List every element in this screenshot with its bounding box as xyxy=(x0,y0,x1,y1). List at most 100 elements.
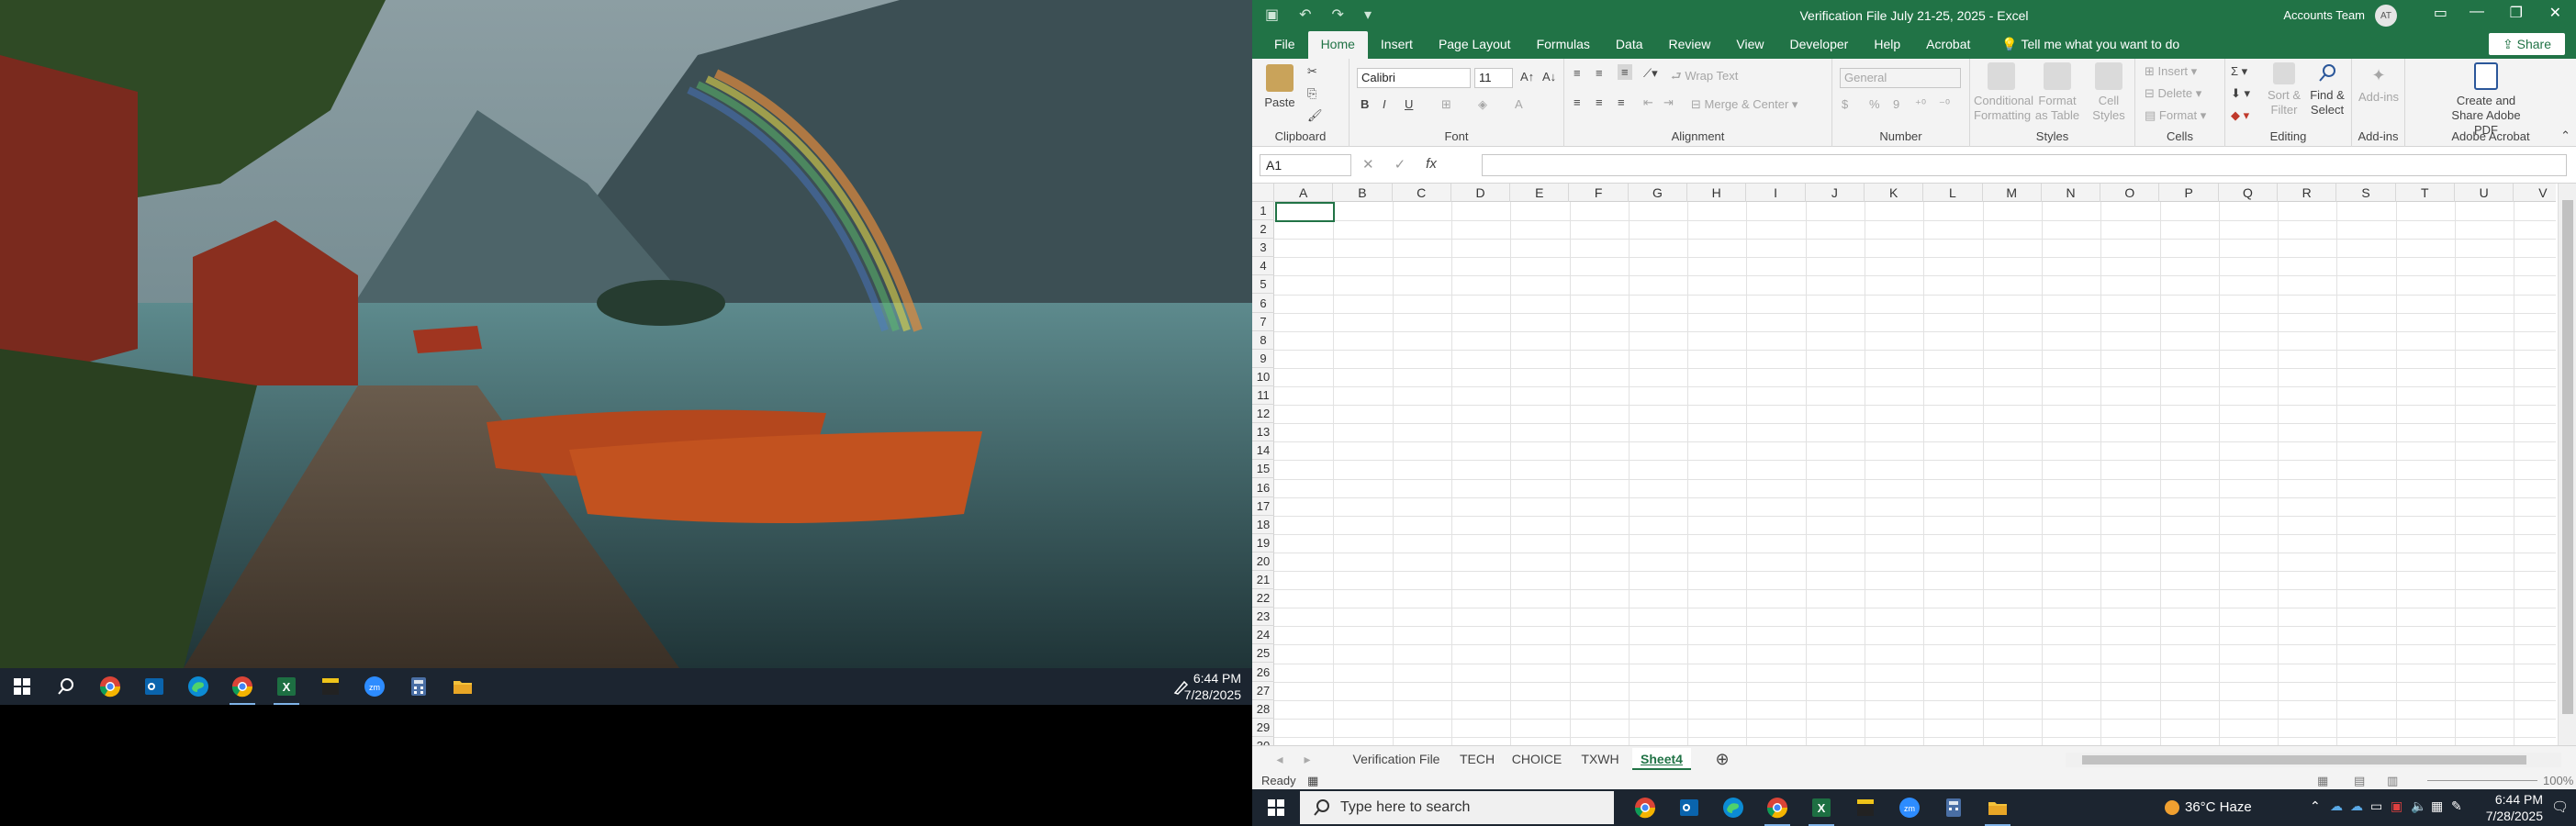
row-header-10[interactable]: 10 xyxy=(1252,368,1274,386)
zoom-level[interactable]: 100% xyxy=(2543,774,2573,787)
format-painter-icon[interactable]: 🖌 xyxy=(1307,108,1323,123)
sticky-notes-icon[interactable] xyxy=(308,668,353,705)
pen-icon[interactable]: ✎ xyxy=(2451,798,2462,814)
chrome-icon[interactable] xyxy=(220,668,264,705)
column-header-o[interactable]: O xyxy=(2100,184,2160,202)
chrome-icon[interactable] xyxy=(1623,789,1667,826)
font-color-icon[interactable]: A xyxy=(1515,97,1523,111)
row-header-17[interactable]: 17 xyxy=(1252,497,1274,516)
tab-page-layout[interactable]: Page Layout xyxy=(1426,31,1524,59)
decrease-indent-icon[interactable]: ⇤ xyxy=(1643,95,1653,110)
column-header-j[interactable]: J xyxy=(1806,184,1865,202)
calculator-icon[interactable] xyxy=(397,668,441,705)
row-header-19[interactable]: 19 xyxy=(1252,534,1274,553)
underline-button[interactable]: U xyxy=(1405,97,1413,111)
vertical-scrollbar[interactable] xyxy=(2558,184,2576,745)
insert-function-icon[interactable]: fx xyxy=(1426,156,1437,173)
row-header-8[interactable]: 8 xyxy=(1252,331,1274,350)
windows-start-icon[interactable] xyxy=(1254,789,1298,826)
row-header-5[interactable]: 5 xyxy=(1252,275,1274,295)
create-share-pdf-button[interactable]: Create and Share Adobe PDF xyxy=(2442,62,2530,138)
avatar[interactable]: AT xyxy=(2375,5,2397,27)
sheet-tab-verification-file[interactable]: Verification File xyxy=(1344,748,1449,770)
column-header-b[interactable]: B xyxy=(1333,184,1393,202)
merge-center-button[interactable]: ⊟ Merge & Center ▾ xyxy=(1691,97,1798,112)
user-name[interactable]: Accounts Team xyxy=(2283,8,2365,22)
conditional-formatting-button[interactable]: Conditional Formatting xyxy=(1974,62,2033,123)
insert-cells-button[interactable]: ⊞ Insert ▾ xyxy=(2145,64,2197,79)
page-break-view-icon[interactable]: ▥ xyxy=(2387,774,2398,788)
column-header-g[interactable]: G xyxy=(1629,184,1688,202)
worksheet-grid[interactable]: ABCDEFGHIJKLMNOPQRSTUV 1 2 3 4 5 6 7 8 9 10 11 12 13… xyxy=(1252,184,2576,745)
left-taskbar-clock[interactable]: 6:44 PM 7/28/2025 xyxy=(1184,670,1241,703)
fill-icon[interactable]: ⬇ ▾ xyxy=(2231,86,2250,101)
add-sheet-icon[interactable]: ⊕ xyxy=(1711,748,1733,770)
sheet-tab-txwh[interactable]: TXWH xyxy=(1574,748,1627,770)
onedrive-icon[interactable]: ☁ xyxy=(2330,798,2343,814)
borders-icon[interactable]: ⊞ xyxy=(1441,97,1451,112)
autosum-icon[interactable]: Σ ▾ xyxy=(2231,64,2247,79)
column-header-l[interactable]: L xyxy=(1923,184,1983,202)
zoom-slider[interactable] xyxy=(2427,780,2537,781)
tab-help[interactable]: Help xyxy=(1861,31,1913,59)
select-all-corner[interactable] xyxy=(1252,184,1274,202)
clear-icon[interactable]: ◆ ▾ xyxy=(2231,108,2249,123)
align-right-icon[interactable]: ≡ xyxy=(1618,95,1625,109)
format-cells-button[interactable]: ▤ Format ▾ xyxy=(2145,108,2206,123)
column-header-i[interactable]: I xyxy=(1746,184,1806,202)
comma-button[interactable]: 9 xyxy=(1893,97,1899,111)
row-header-2[interactable]: 2 xyxy=(1252,220,1274,240)
next-sheet-icon[interactable]: ▸ xyxy=(1298,748,1316,770)
volume-icon[interactable]: 🔈 xyxy=(2411,798,2426,814)
zoom-icon[interactable]: zm xyxy=(353,668,397,705)
find-select-button[interactable]: Find & Select xyxy=(2306,62,2348,117)
fill-color-icon[interactable]: ◈ xyxy=(1478,97,1487,112)
align-bottom-icon[interactable]: ≡ xyxy=(1618,64,1632,80)
font-size-select[interactable]: 11 xyxy=(1474,68,1513,88)
currency-button[interactable]: $ xyxy=(1842,97,1848,111)
chrome-icon[interactable] xyxy=(1755,789,1799,826)
horizontal-scrollbar[interactable] xyxy=(2066,753,2561,767)
weather-text[interactable]: 36°C Haze xyxy=(2185,799,2252,815)
column-header-m[interactable]: M xyxy=(1983,184,2042,202)
zoom-icon[interactable]: zm xyxy=(1887,789,1932,826)
row-header-1[interactable]: 1 xyxy=(1252,202,1274,220)
tab-data[interactable]: Data xyxy=(1603,31,1656,59)
row-header-20[interactable]: 20 xyxy=(1252,553,1274,571)
increase-decimal-icon[interactable]: ⁺⁰ xyxy=(1915,97,1926,112)
tab-view[interactable]: View xyxy=(1723,31,1776,59)
row-header-26[interactable]: 26 xyxy=(1252,664,1274,682)
row-header-7[interactable]: 7 xyxy=(1252,313,1274,331)
row-header-30[interactable]: 30 xyxy=(1252,737,1274,745)
prev-sheet-icon[interactable]: ◂ xyxy=(1271,748,1289,770)
horizontal-scroll-thumb[interactable] xyxy=(2082,755,2526,765)
align-top-icon[interactable]: ≡ xyxy=(1574,66,1581,80)
collapse-ribbon-icon[interactable]: ⌃ xyxy=(2560,128,2570,143)
column-header-k[interactable]: K xyxy=(1865,184,1924,202)
outlook-icon[interactable] xyxy=(1667,789,1711,826)
enter-icon[interactable]: ✓ xyxy=(1394,156,1406,173)
edge-icon[interactable] xyxy=(176,668,220,705)
language-icon[interactable]: ▦ xyxy=(2431,798,2443,814)
minimize-icon[interactable]: — xyxy=(2470,4,2484,20)
copy-icon[interactable]: ⎘ xyxy=(1307,86,1316,101)
column-header-t[interactable]: T xyxy=(2396,184,2455,202)
edge-icon[interactable] xyxy=(1711,789,1755,826)
column-header-h[interactable]: H xyxy=(1687,184,1747,202)
align-left-icon[interactable]: ≡ xyxy=(1574,95,1581,109)
row-header-22[interactable]: 22 xyxy=(1252,589,1274,608)
sticky-notes-icon[interactable] xyxy=(1843,789,1887,826)
close-icon[interactable]: ✕ xyxy=(2549,4,2561,22)
row-header-25[interactable]: 25 xyxy=(1252,644,1274,664)
row-header-27[interactable]: 27 xyxy=(1252,682,1274,700)
number-format-select[interactable]: General xyxy=(1840,68,1961,88)
cell-styles-button[interactable]: Cell Styles xyxy=(2086,62,2132,123)
security-icon[interactable]: ▣ xyxy=(2391,798,2402,814)
sheet-tab-choice[interactable]: CHOICE xyxy=(1506,748,1568,770)
align-center-icon[interactable]: ≡ xyxy=(1596,95,1603,109)
excel-icon[interactable]: X xyxy=(1799,789,1843,826)
sheet-tab-sheet4[interactable]: Sheet4 xyxy=(1632,748,1691,770)
normal-view-icon[interactable]: ▦ xyxy=(2317,774,2328,788)
row-header-28[interactable]: 28 xyxy=(1252,700,1274,719)
formula-input[interactable] xyxy=(1482,154,2567,176)
